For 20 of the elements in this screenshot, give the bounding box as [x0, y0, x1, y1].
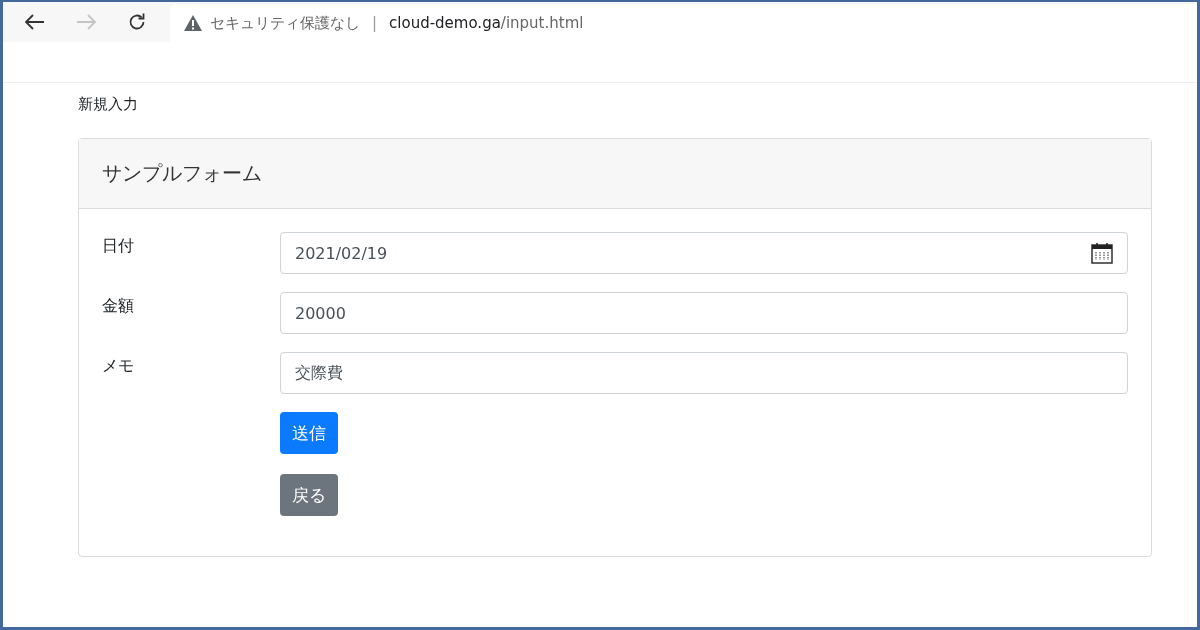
input-field[interactable]: 20000	[280, 292, 1128, 334]
reload-icon	[127, 12, 147, 32]
security-label: セキュリティ保護なし	[210, 13, 360, 33]
input-field[interactable]: 交際費	[280, 352, 1128, 394]
submit-button[interactable]: 送信	[280, 412, 338, 454]
warning-icon	[184, 15, 202, 31]
back-button[interactable]: 戻る	[280, 474, 338, 516]
field-label: 日付	[102, 235, 135, 257]
calendar-icon[interactable]	[1091, 242, 1113, 264]
address-bar[interactable]: セキュリティ保護なし | cloud-demo.ga/input.html	[170, 4, 1197, 42]
date-field[interactable]: 2021/02/19	[280, 232, 1128, 274]
field-label: 金額	[102, 295, 135, 317]
back-arrow-icon	[25, 14, 45, 30]
page-heading: 新規入力	[78, 95, 139, 115]
url-domain: cloud-demo.ga	[389, 14, 501, 32]
url-path: /input.html	[500, 14, 584, 32]
card-title: サンプルフォーム	[79, 139, 1151, 209]
separator: |	[372, 14, 378, 32]
forward-arrow-icon	[76, 14, 96, 30]
field-label: メモ	[102, 355, 135, 377]
